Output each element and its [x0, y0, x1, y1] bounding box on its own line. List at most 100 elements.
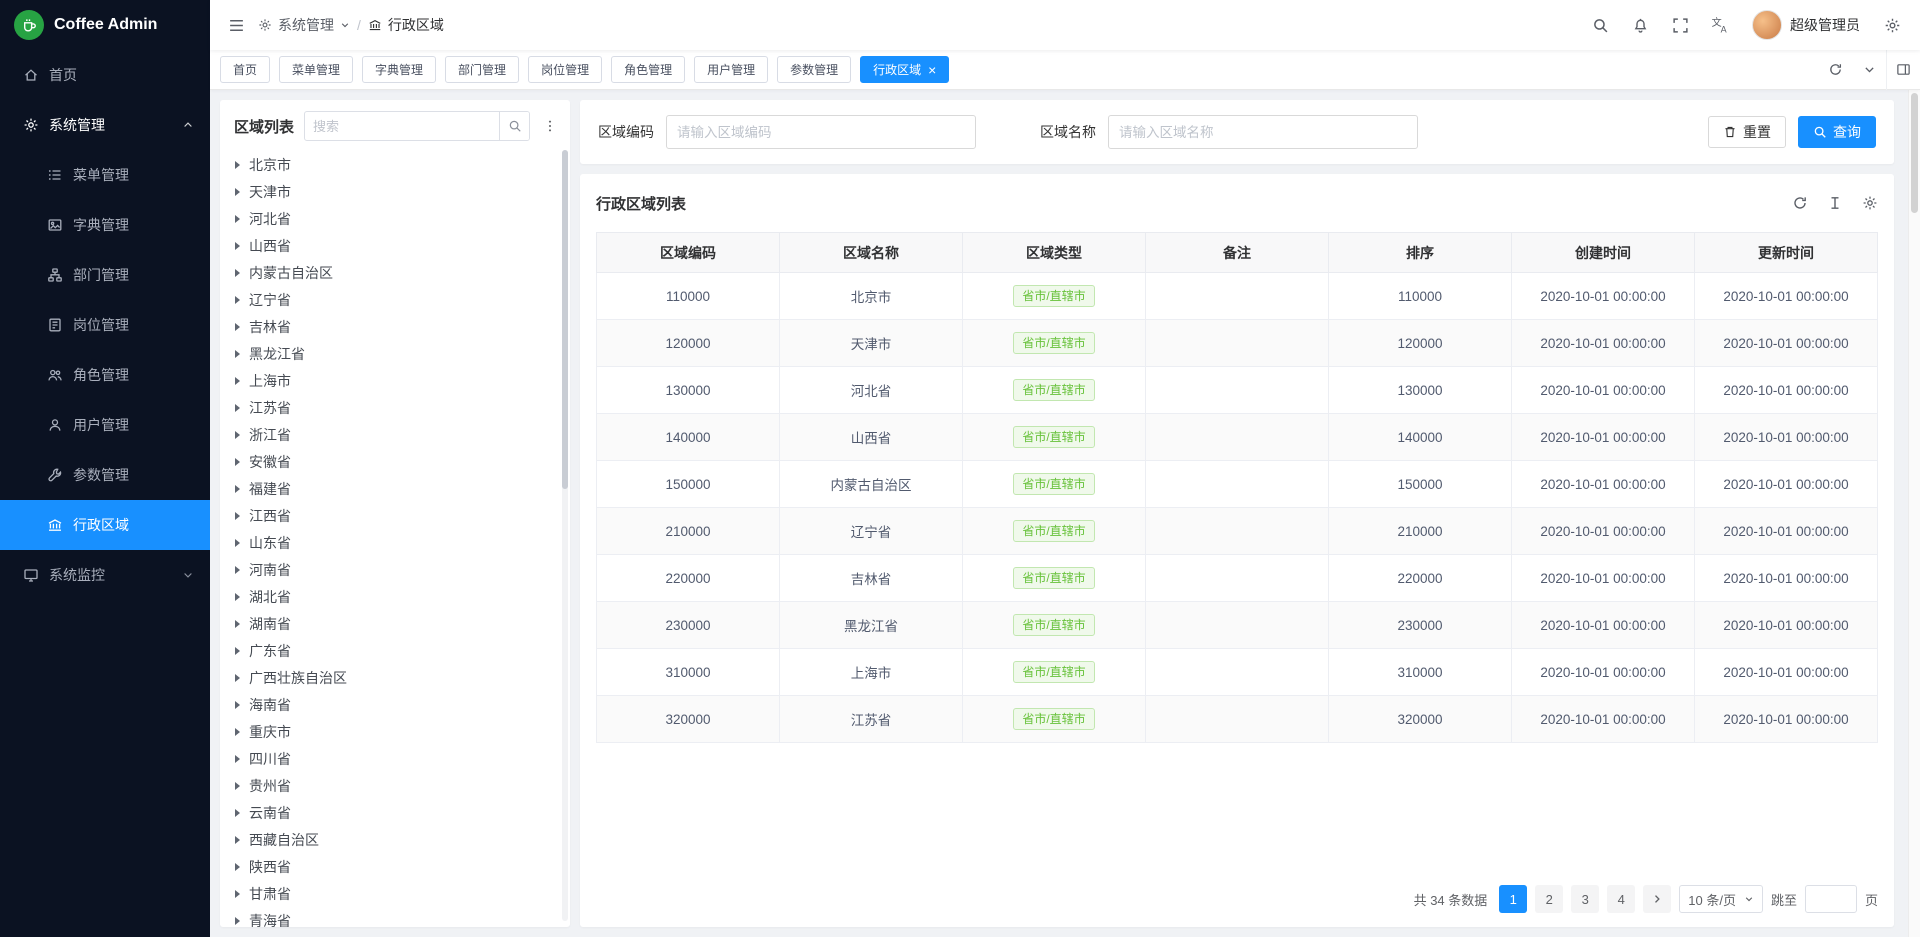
caret-right-icon[interactable]: [235, 647, 240, 655]
tree-item[interactable]: 山东省: [220, 529, 570, 556]
column-settings-gear-icon[interactable]: [1862, 195, 1878, 211]
tree-item[interactable]: 河南省: [220, 556, 570, 583]
sidebar-item-user-mgmt[interactable]: 用户管理: [0, 400, 210, 450]
tree-item[interactable]: 内蒙古自治区: [220, 259, 570, 286]
sidebar-item-region[interactable]: 行政区域: [0, 500, 210, 550]
jump-page-input[interactable]: [1805, 885, 1857, 913]
caret-right-icon[interactable]: [235, 350, 240, 358]
caret-right-icon[interactable]: [235, 782, 240, 790]
sidebar-item-dict-mgmt[interactable]: 字典管理: [0, 200, 210, 250]
caret-right-icon[interactable]: [235, 161, 240, 169]
page-button[interactable]: 1: [1499, 885, 1527, 913]
caret-right-icon[interactable]: [235, 620, 240, 628]
tab[interactable]: 部门管理: [445, 56, 519, 83]
region-code-input[interactable]: [666, 115, 976, 149]
caret-right-icon[interactable]: [235, 566, 240, 574]
sidebar-item-monitor[interactable]: 系统监控: [0, 550, 210, 600]
caret-right-icon[interactable]: [235, 917, 240, 925]
tree-item[interactable]: 河北省: [220, 205, 570, 232]
fullscreen-icon[interactable]: [1662, 0, 1698, 50]
caret-right-icon[interactable]: [235, 431, 240, 439]
tree-item[interactable]: 安徽省: [220, 448, 570, 475]
user-menu[interactable]: 超级管理员: [1742, 0, 1870, 50]
page-scrollbar-thumb[interactable]: [1911, 93, 1918, 213]
sidebar-item-dept-mgmt[interactable]: 部门管理: [0, 250, 210, 300]
page-button[interactable]: 4: [1607, 885, 1635, 913]
tree-item[interactable]: 湖南省: [220, 610, 570, 637]
tree-item[interactable]: 湖北省: [220, 583, 570, 610]
caret-right-icon[interactable]: [235, 458, 240, 466]
tab[interactable]: 首页: [220, 56, 270, 83]
tab[interactable]: 岗位管理: [528, 56, 602, 83]
caret-right-icon[interactable]: [235, 539, 240, 547]
tree-item[interactable]: 山西省: [220, 232, 570, 259]
tree-search-input[interactable]: [305, 119, 499, 134]
tree-item[interactable]: 上海市: [220, 367, 570, 394]
tree-item[interactable]: 天津市: [220, 178, 570, 205]
tree-item[interactable]: 甘肃省: [220, 880, 570, 907]
caret-right-icon[interactable]: [235, 188, 240, 196]
caret-right-icon[interactable]: [235, 242, 240, 250]
breadcrumb-region[interactable]: 行政区域: [368, 15, 444, 35]
tab-close-icon[interactable]: ×: [928, 63, 936, 77]
tab[interactable]: 参数管理: [777, 56, 851, 83]
tree-item[interactable]: 黑龙江省: [220, 340, 570, 367]
region-name-input[interactable]: [1108, 115, 1418, 149]
settings-gear-icon[interactable]: [1874, 0, 1910, 50]
reset-button[interactable]: 重置: [1708, 116, 1786, 148]
translate-icon[interactable]: 文A: [1702, 0, 1738, 50]
caret-right-icon[interactable]: [235, 323, 240, 331]
page-button[interactable]: 2: [1535, 885, 1563, 913]
tree-item[interactable]: 海南省: [220, 691, 570, 718]
tree-item[interactable]: 江苏省: [220, 394, 570, 421]
sidebar-item-system[interactable]: 系统管理: [0, 100, 210, 150]
caret-right-icon[interactable]: [235, 593, 240, 601]
page-size-select[interactable]: 10 条/页: [1679, 885, 1763, 913]
tab[interactable]: 用户管理: [694, 56, 768, 83]
next-page-button[interactable]: [1643, 885, 1671, 913]
tree-item[interactable]: 陕西省: [220, 853, 570, 880]
tree-item[interactable]: 重庆市: [220, 718, 570, 745]
density-icon[interactable]: [1827, 195, 1843, 211]
tree-item[interactable]: 福建省: [220, 475, 570, 502]
caret-right-icon[interactable]: [235, 215, 240, 223]
sidebar-item-post-mgmt[interactable]: 岗位管理: [0, 300, 210, 350]
app-logo[interactable]: Coffee Admin: [0, 0, 210, 50]
tab[interactable]: 角色管理: [611, 56, 685, 83]
page-scrollbar[interactable]: [1908, 90, 1920, 937]
caret-right-icon[interactable]: [235, 701, 240, 709]
tree-item[interactable]: 四川省: [220, 745, 570, 772]
tree-item[interactable]: 广东省: [220, 637, 570, 664]
collapse-menu-icon[interactable]: [218, 0, 254, 50]
caret-right-icon[interactable]: [235, 296, 240, 304]
caret-right-icon[interactable]: [235, 836, 240, 844]
panel-layout-icon[interactable]: [1886, 50, 1920, 90]
caret-right-icon[interactable]: [235, 485, 240, 493]
sidebar-item-param-mgmt[interactable]: 参数管理: [0, 450, 210, 500]
bell-icon[interactable]: [1622, 0, 1658, 50]
tab[interactable]: 字典管理: [362, 56, 436, 83]
tree-item[interactable]: 贵州省: [220, 772, 570, 799]
caret-right-icon[interactable]: [235, 269, 240, 277]
sidebar-item-role-mgmt[interactable]: 角色管理: [0, 350, 210, 400]
caret-right-icon[interactable]: [235, 674, 240, 682]
tree-scrollbar-thumb[interactable]: [562, 150, 568, 489]
tree-item[interactable]: 吉林省: [220, 313, 570, 340]
tree-item[interactable]: 西藏自治区: [220, 826, 570, 853]
sidebar-item-menu-mgmt[interactable]: 菜单管理: [0, 150, 210, 200]
tab[interactable]: 菜单管理: [279, 56, 353, 83]
tab[interactable]: 行政区域×: [860, 56, 949, 83]
dots-vertical-icon[interactable]: [540, 119, 560, 133]
caret-right-icon[interactable]: [235, 890, 240, 898]
caret-right-icon[interactable]: [235, 755, 240, 763]
tree-item[interactable]: 江西省: [220, 502, 570, 529]
refresh-tabs-icon[interactable]: [1818, 50, 1852, 90]
caret-right-icon[interactable]: [235, 728, 240, 736]
tab-options-chevron-icon[interactable]: [1852, 50, 1886, 90]
tree-item[interactable]: 云南省: [220, 799, 570, 826]
tree-search-button[interactable]: [499, 112, 529, 140]
caret-right-icon[interactable]: [235, 809, 240, 817]
caret-right-icon[interactable]: [235, 404, 240, 412]
caret-right-icon[interactable]: [235, 863, 240, 871]
sidebar-item-home[interactable]: 首页: [0, 50, 210, 100]
